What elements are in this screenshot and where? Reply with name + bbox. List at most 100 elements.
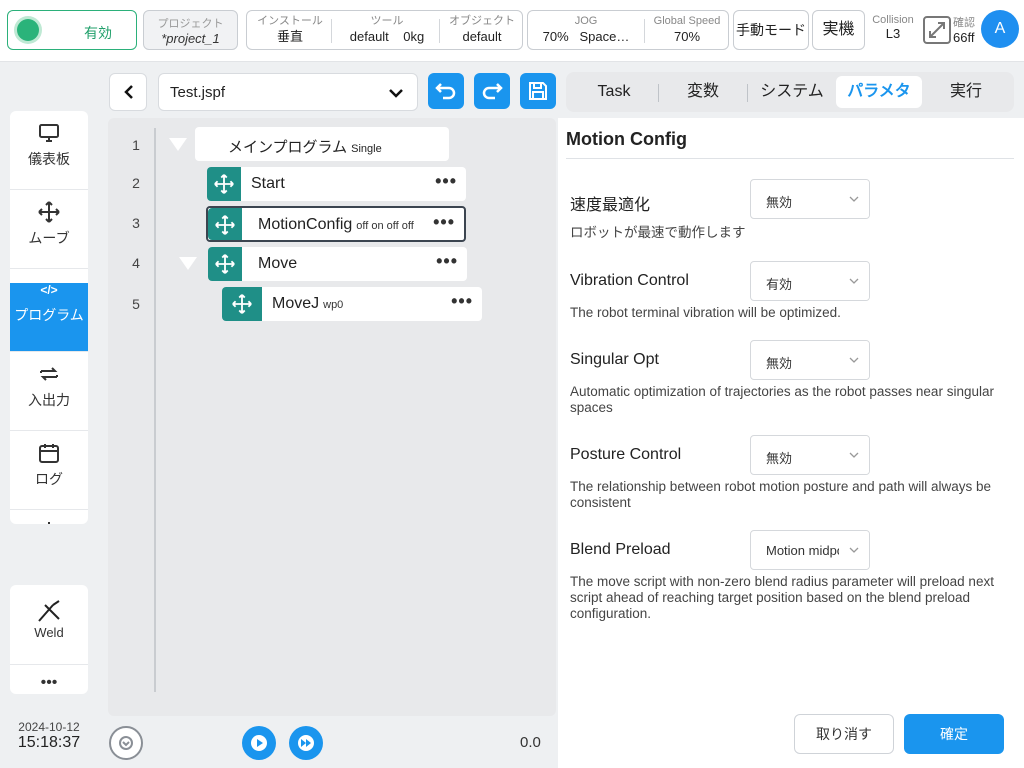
step-forward-button[interactable] — [289, 726, 323, 760]
tool-heading: ツール — [370, 15, 404, 27]
drag-handle[interactable] — [207, 167, 241, 201]
global-speed-segment: Global Speed 70% — [646, 14, 728, 46]
top-status-bar: 有効 プロジェクト *project_1 インストール 垂直 ツール defau… — [0, 0, 1024, 62]
blend-preload-description: The move script with non-zero blend radi… — [570, 574, 994, 621]
drag-handle[interactable] — [208, 208, 242, 240]
project-heading: プロジェクト — [157, 18, 224, 30]
nav-item-dashboard[interactable]: 儀表板 — [10, 121, 88, 190]
blend-preload-select[interactable]: Motion midpoint — [750, 530, 870, 570]
move-arrows-icon — [38, 201, 60, 223]
scroll-down-button[interactable] — [109, 726, 143, 760]
divider — [747, 84, 748, 102]
line-number: 5 — [132, 296, 140, 312]
nav-more-button[interactable]: ••• — [10, 665, 88, 694]
chevron-down-icon — [839, 341, 869, 379]
install-segment: インストール 垂直 — [251, 14, 329, 46]
motion-config-panel: Motion Config 速度最適化 無効 ロボットが最速で動作します Vib… — [558, 118, 1024, 768]
nav-label-log: ログ — [35, 471, 63, 487]
nav-item-io[interactable]: 入出力 — [10, 362, 88, 431]
node-title: MoveJ wp0 — [272, 295, 343, 313]
vibration-control-label: Vibration Control — [570, 272, 689, 289]
installation-panel[interactable]: インストール 垂直 ツール default 0kg オブジェクト default — [246, 10, 523, 50]
posture-control-select[interactable]: 無効 — [750, 435, 870, 475]
play-button[interactable] — [242, 726, 276, 760]
collision-level[interactable]: Collision L3 — [868, 14, 918, 41]
jog-panel[interactable]: JOG 70% Space… Global Speed 70% — [527, 10, 729, 50]
nav-label-program: プログラム — [14, 307, 84, 323]
jog-value: 70% Space… — [532, 28, 640, 46]
nav-item-log[interactable]: ログ — [10, 441, 88, 510]
undo-button[interactable] — [428, 73, 464, 109]
nav-item-settings[interactable]: 設定 — [10, 520, 88, 524]
nav-item-weld[interactable]: Weld — [10, 597, 88, 665]
real-robot-button[interactable]: 実機 — [812, 10, 865, 50]
cancel-button[interactable]: 取り消す — [794, 714, 894, 754]
user-avatar[interactable]: A — [981, 10, 1019, 48]
tab-system[interactable]: システム — [749, 76, 835, 108]
main-program-label: メインプログラム — [228, 139, 348, 156]
collapse-toggle-icon[interactable] — [179, 257, 197, 270]
line-number: 4 — [132, 255, 140, 271]
back-button[interactable] — [109, 73, 147, 111]
node-title: Start — [251, 175, 285, 192]
node-name: MotionConfig — [258, 216, 353, 233]
blend-preload-label: Blend Preload — [570, 541, 671, 558]
tab-task[interactable]: Task — [570, 76, 658, 108]
current-time: 15:18:37 — [17, 734, 81, 751]
program-node-start[interactable]: Start ••• — [207, 167, 466, 201]
program-speed-value: 0.0 — [520, 734, 541, 751]
drag-handle[interactable] — [222, 287, 262, 321]
collision-value: L3 — [885, 26, 901, 41]
vibration-control-description: The robot terminal vibration will be opt… — [570, 305, 841, 320]
divider — [644, 19, 645, 43]
singular-opt-description: Automatic optimization of trajectories a… — [570, 384, 994, 415]
divider — [566, 158, 1014, 159]
enabled-label: 有効 — [84, 25, 112, 41]
speed-optimization-select[interactable]: 無効 — [750, 179, 870, 219]
nav-item-program[interactable]: </> プログラム — [10, 283, 88, 352]
confirm-value: 66ff — [953, 30, 975, 45]
install-heading: インストール — [257, 15, 323, 27]
program-node-movej[interactable]: MoveJ wp0 ••• — [222, 287, 482, 321]
global-speed-heading: Global Speed — [653, 15, 721, 27]
object-heading: オブジェクト — [449, 15, 515, 27]
manual-mode-button[interactable]: 手動モード — [733, 10, 809, 50]
collapse-toggle-icon[interactable] — [169, 138, 187, 151]
node-menu-icon[interactable]: ••• — [435, 171, 457, 192]
save-icon — [529, 82, 547, 100]
tab-parameters[interactable]: パラメタ — [836, 76, 922, 108]
posture-control-label: Posture Control — [570, 446, 682, 463]
tool-segment: ツール default 0kg — [339, 14, 435, 46]
chevron-down-icon — [839, 180, 869, 218]
monitor-icon — [39, 124, 59, 142]
nav-item-move[interactable]: ムーブ — [10, 200, 88, 269]
singular-opt-select[interactable]: 無効 — [750, 340, 870, 380]
tab-variables[interactable]: 変数 — [660, 76, 746, 108]
enable-toggle[interactable]: 有効 — [7, 10, 137, 50]
node-menu-icon[interactable]: ••• — [436, 251, 458, 272]
save-button[interactable] — [520, 73, 556, 109]
vibration-control-select[interactable]: 有効 — [750, 261, 870, 301]
select-value: 無効 — [766, 356, 793, 371]
current-date: 2024-10-12 — [18, 720, 80, 734]
chevron-down-icon — [839, 531, 869, 569]
chevron-down-icon — [839, 262, 869, 300]
play-icon — [251, 735, 267, 751]
confirm-button[interactable]: 確定 — [904, 714, 1004, 754]
program-file-select[interactable]: Test.jspf — [158, 73, 418, 111]
calendar-icon — [39, 444, 59, 463]
expand-icon[interactable] — [923, 16, 951, 44]
plugin-nav: Weld ••• — [10, 585, 88, 694]
project-name: *project_1 — [161, 31, 220, 46]
project-selector[interactable]: プロジェクト *project_1 — [143, 10, 238, 50]
program-node-move[interactable]: Move ••• — [208, 247, 467, 281]
node-menu-icon[interactable]: ••• — [451, 291, 473, 312]
node-menu-icon[interactable]: ••• — [433, 212, 455, 233]
node-name: MoveJ — [272, 295, 320, 312]
main-program-node[interactable]: メインプログラム Single — [195, 127, 449, 161]
tab-execute[interactable]: 実行 — [922, 76, 1010, 108]
program-node-motionconfig[interactable]: MotionConfig off on off off ••• — [206, 206, 466, 242]
drag-handle[interactable] — [208, 247, 242, 281]
redo-button[interactable] — [474, 73, 510, 109]
move-arrows-icon — [215, 215, 235, 235]
